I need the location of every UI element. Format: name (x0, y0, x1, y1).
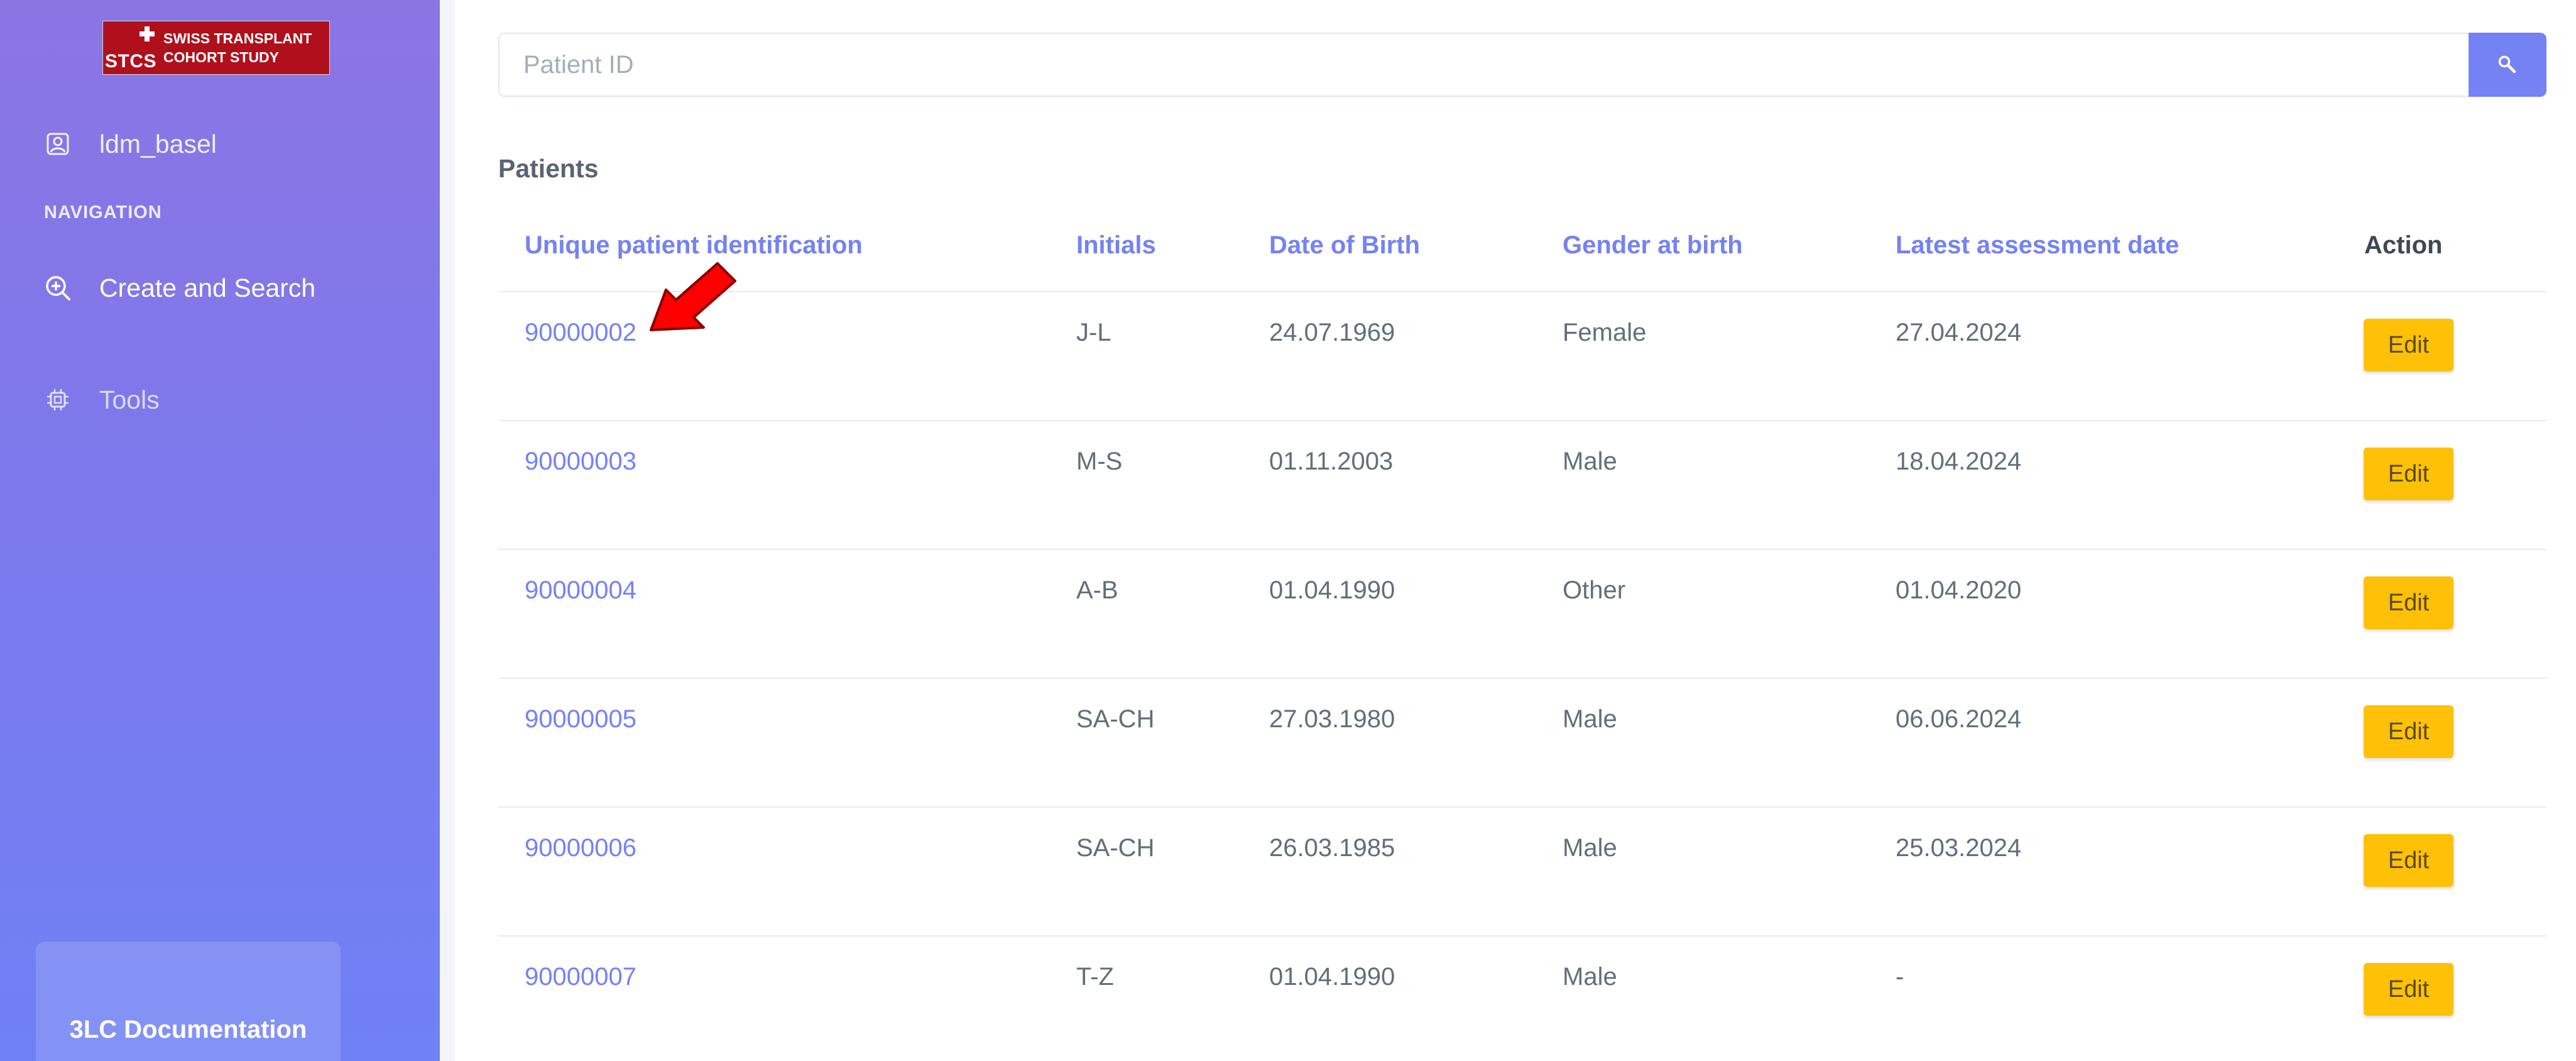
search-button[interactable] (2469, 33, 2546, 97)
edit-button[interactable]: Edit (2364, 448, 2453, 500)
documentation-link[interactable]: 3LC Documentation (36, 1016, 341, 1044)
swiss-cross-icon (138, 25, 156, 43)
table-row: 90000004 A-B 01.04.1990 Other 01.04.2020… (498, 550, 2546, 679)
patient-initials: SA-CH (1076, 834, 1155, 862)
chip-icon (44, 386, 72, 414)
patient-latest-assessment: 01.04.2020 (1896, 576, 2022, 604)
edit-button[interactable]: Edit (2364, 576, 2453, 629)
swiss-cross-mark: STCS (103, 21, 158, 74)
patient-id-link[interactable]: 90000003 (525, 448, 636, 476)
navigation-section-label: NAVIGATION (44, 202, 162, 223)
patient-gender: Female (1563, 319, 1647, 346)
logo-text: SWISS TRANSPLANT COHORT STUDY (158, 21, 329, 74)
patient-gender: Male (1563, 834, 1617, 862)
column-header-patient-id[interactable]: Unique patient identification (525, 231, 863, 260)
logo-line-2: COHORT STUDY (163, 49, 279, 65)
edit-button[interactable]: Edit (2364, 963, 2453, 1016)
patient-gender: Male (1563, 705, 1617, 733)
patients-section-title: Patients (498, 154, 599, 183)
patient-gender: Male (1563, 963, 1617, 991)
edit-button[interactable]: Edit (2364, 319, 2453, 371)
patient-initials: A-B (1076, 576, 1118, 604)
nav-label-create-and-search: Create and Search (99, 273, 316, 302)
patient-gender: Other (1563, 576, 1626, 604)
patient-date-of-birth: 24.07.1969 (1269, 319, 1395, 346)
user-account-item[interactable]: ldm_basel (44, 125, 217, 163)
user-badge-icon (44, 130, 72, 158)
patient-id-link[interactable]: 90000006 (525, 834, 636, 862)
edit-button[interactable]: Edit (2364, 834, 2453, 887)
patient-initials: M-S (1076, 448, 1123, 475)
search-plus-icon (44, 274, 72, 302)
nav-item-create-and-search[interactable]: Create and Search (44, 269, 315, 307)
nav-item-tools[interactable]: Tools (44, 381, 160, 419)
patient-gender: Male (1563, 448, 1617, 475)
logo-line-1: SWISS TRANSPLANT (163, 30, 312, 47)
annotation-arrow-icon (650, 262, 736, 331)
stcs-logo[interactable]: STCS SWISS TRANSPLANT COHORT STUDY (102, 21, 330, 75)
patient-id-link[interactable]: 90000005 (525, 705, 636, 734)
patient-id-input[interactable] (498, 33, 2469, 97)
documentation-card[interactable]: 3LC Documentation (36, 942, 341, 1061)
patient-initials: J-L (1076, 319, 1111, 346)
sidebar: STCS SWISS TRANSPLANT COHORT STUDY ldm_b… (0, 0, 440, 1061)
patient-latest-assessment: 25.03.2024 (1896, 834, 2022, 862)
column-header-initials[interactable]: Initials (1076, 231, 1156, 260)
patient-latest-assessment: 27.04.2024 (1896, 319, 2022, 346)
sidebar-divider (440, 0, 455, 1061)
column-header-gender[interactable]: Gender at birth (1563, 231, 1743, 260)
patient-id-link[interactable]: 90000007 (525, 963, 636, 991)
logo-abbreviation: STCS (104, 51, 156, 72)
table-row: 90000002 J-L 24.07.1969 Female 27.04.202… (498, 292, 2546, 421)
patient-initials: SA-CH (1076, 705, 1155, 733)
patient-search-bar (498, 33, 2546, 97)
patient-latest-assessment: - (1896, 963, 1904, 991)
patient-latest-assessment: 18.04.2024 (1896, 448, 2022, 475)
patient-initials: T-Z (1076, 963, 1114, 991)
patient-latest-assessment: 06.06.2024 (1896, 705, 2022, 733)
table-row: 90000006 SA-CH 26.03.1985 Male 25.03.202… (498, 808, 2546, 937)
table-row: 90000003 M-S 01.11.2003 Male 18.04.2024 … (498, 421, 2546, 550)
patient-id-link[interactable]: 90000002 (525, 319, 636, 347)
table-row: 90000007 T-Z 01.04.1990 Male - Edit (498, 937, 2546, 1061)
patient-date-of-birth: 26.03.1985 (1269, 834, 1395, 862)
table-header: Unique patient identification Initials D… (498, 211, 2546, 292)
patient-date-of-birth: 01.04.1990 (1269, 576, 1395, 604)
patient-date-of-birth: 27.03.1980 (1269, 705, 1395, 733)
patient-date-of-birth: 01.11.2003 (1269, 448, 1394, 475)
column-header-action: Action (2364, 231, 2443, 259)
nav-label-tools: Tools (99, 385, 160, 414)
search-icon (2498, 55, 2516, 74)
user-name: ldm_basel (99, 129, 217, 158)
patient-date-of-birth: 01.04.1990 (1269, 963, 1395, 991)
column-header-date-of-birth[interactable]: Date of Birth (1269, 231, 1420, 260)
patients-table: Unique patient identification Initials D… (498, 211, 2546, 1061)
table-row: 90000005 SA-CH 27.03.1980 Male 06.06.202… (498, 679, 2546, 808)
edit-button[interactable]: Edit (2364, 705, 2453, 758)
column-header-latest-assessment[interactable]: Latest assessment date (1896, 231, 2179, 260)
patient-id-link[interactable]: 90000004 (525, 576, 636, 605)
